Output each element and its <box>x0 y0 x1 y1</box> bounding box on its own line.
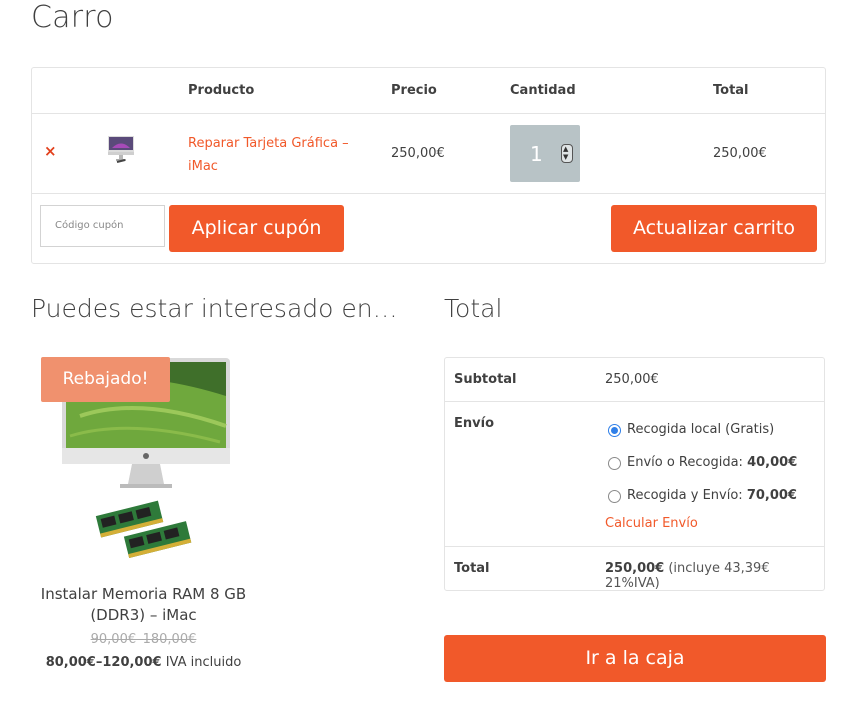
total-value-line: 250,00€ (incluye 43,39€ 21%IVA) <box>605 561 824 591</box>
checkout-button[interactable]: Ir a la caja <box>444 635 826 682</box>
related-product-name[interactable]: Instalar Memoria RAM 8 GB (DDR3) – iMac <box>31 584 256 626</box>
header-price: Precio <box>391 83 437 98</box>
cart-totals-table: Subtotal 250,00€ Envío Recogida local (G… <box>444 357 825 591</box>
header-total: Total <box>713 83 749 98</box>
product-link[interactable]: Reparar Tarjeta Gráfica – iMac <box>188 132 363 178</box>
quantity-spin-icon[interactable]: ▲ ▼ <box>561 144 573 163</box>
new-price: 80,00€–120,00€ <box>45 655 162 670</box>
quantity-value[interactable]: 1 <box>530 142 543 166</box>
remove-item-icon[interactable]: × <box>44 142 57 160</box>
cart-table-header: Producto Precio Cantidad Total <box>32 68 825 114</box>
subtotal-label: Subtotal <box>454 372 517 387</box>
shipping-radio-delivery-or-pickup[interactable] <box>608 457 621 470</box>
shipping-option-price: 70,00€ <box>746 488 797 503</box>
spin-up-icon[interactable]: ▲ <box>563 146 568 153</box>
tax-note: IVA incluido <box>165 655 242 670</box>
header-quantity: Cantidad <box>510 83 576 98</box>
header-product: Producto <box>188 83 255 98</box>
shipping-radio-local[interactable] <box>608 424 621 437</box>
totals-title: Total <box>444 294 503 323</box>
page-title: Carro <box>31 0 114 35</box>
new-price-line: 80,00€–120,00€ IVA incluido <box>31 655 256 670</box>
item-price: 250,00€ <box>391 146 445 161</box>
shipping-option-delivery-or-pickup[interactable]: Envío o Recogida: 40,00€ <box>627 455 797 470</box>
imac-thumbnail[interactable] <box>106 134 136 166</box>
update-cart-button[interactable]: Actualizar carrito <box>611 205 817 252</box>
shipping-option-pickup-and-delivery[interactable]: Recogida y Envío: 70,00€ <box>627 488 797 503</box>
calculate-shipping-link[interactable]: Calcular Envío <box>605 516 698 531</box>
subtotal-value: 250,00€ <box>605 372 659 387</box>
divider <box>445 546 824 547</box>
item-total: 250,00€ <box>713 146 767 161</box>
shipping-label: Envío <box>454 416 494 431</box>
total-label: Total <box>454 561 490 576</box>
spin-down-icon[interactable]: ▼ <box>563 154 568 161</box>
shipping-option-local[interactable]: Recogida local (Gratis) <box>627 422 774 437</box>
quantity-stepper[interactable]: 1 ▲ ▼ <box>510 125 580 182</box>
total-value: 250,00€ <box>605 561 665 576</box>
cart-item-row: × Reparar Tarjeta Gráfica – iMac 250,00€… <box>32 114 825 194</box>
old-price: 90,00€–180,00€ <box>90 632 197 647</box>
related-title: Puedes estar interesado en… <box>31 294 398 323</box>
divider <box>445 401 824 402</box>
shipping-option-label[interactable]: Recogida y Envío: <box>627 488 747 503</box>
shipping-option-label[interactable]: Envío o Recogida: <box>627 455 747 470</box>
apply-coupon-button[interactable]: Aplicar cupón <box>169 205 344 252</box>
coupon-input[interactable]: Código cupón <box>40 205 165 247</box>
shipping-radio-pickup-and-delivery[interactable] <box>608 490 621 503</box>
cart-table: Producto Precio Cantidad Total × Reparar… <box>31 67 826 264</box>
sale-badge: Rebajado! <box>41 357 170 402</box>
shipping-option-price: 40,00€ <box>747 455 798 470</box>
